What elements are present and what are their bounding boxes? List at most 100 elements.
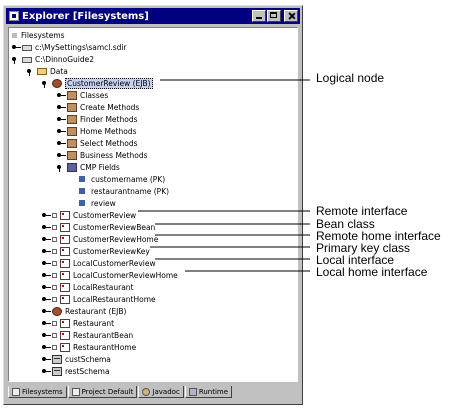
fields-folder-icon [67,162,77,172]
minimize-button[interactable] [252,10,266,22]
tree-node-localrestauranthome[interactable]: LocalRestaurantHome [42,293,156,305]
expand-toggle-icon[interactable] [42,284,51,291]
tree-node-restaurant[interactable]: Restaurant [42,317,114,329]
tree-node-label: Home Methods [80,126,137,136]
tree-node-mysettings[interactable]: c:\MySettings\samcl.sdir [12,41,127,53]
tree-node-restaurantbean[interactable]: RestaurantBean [42,329,133,341]
class-icon [60,330,70,340]
tree-node-restauranthome[interactable]: RestaurantHome [42,341,136,353]
title-bar[interactable]: Explorer [Filesystems] [6,8,300,24]
tree-node-dinnoguide[interactable]: C:\DinnoGuide2 [12,53,94,65]
methods-folder-icon [67,114,77,124]
expand-toggle-icon[interactable] [42,260,51,267]
class-icon [60,222,70,232]
tree-root[interactable]: Filesystems [12,29,65,41]
expand-toggle-icon[interactable] [42,272,51,279]
doc-icon [52,236,57,242]
tree-node-customerreviewbean[interactable]: CustomerReviewBean [42,221,155,233]
tree-node-customerreviewhome[interactable]: CustomerReviewHome [42,233,158,245]
expand-toggle-icon[interactable] [57,128,66,135]
tree-node-classes[interactable]: Classes [57,89,108,101]
tree-node-label: review [91,198,116,208]
tree-node-cmp-fields[interactable]: CMP Fields [57,161,120,173]
tree-node-restschema[interactable]: restSchema [42,365,110,377]
tree-node-restaurant-ejb[interactable]: Restaurant (EJB) [42,305,126,317]
expand-toggle-icon[interactable] [57,92,66,99]
field-icon [79,200,85,206]
tree-node-localcustomerreviewhome[interactable]: LocalCustomerReviewHome [42,269,178,281]
tree-node-localcustomerreview[interactable]: LocalCustomerReview [42,257,156,269]
expand-toggle-icon[interactable] [42,308,51,315]
tree-node-business-methods[interactable]: Business Methods [57,149,148,161]
expand-toggle-icon[interactable] [42,368,51,375]
tab-label: Runtime [198,387,229,396]
tree-node-field-review[interactable]: review [79,197,116,209]
tab-filesystems[interactable]: Filesystems [8,386,67,398]
expand-toggle-icon[interactable] [42,296,51,303]
tree-node-label: Classes [80,90,109,100]
tree-node-customerreviewkey[interactable]: CustomerReviewKey [42,245,150,257]
tree-node-data[interactable]: Data [27,65,68,77]
ejb-bean-icon [52,306,62,316]
expand-toggle-icon[interactable] [57,104,66,111]
tree-node-label: CustomerReviewKey [73,246,150,256]
close-button[interactable] [284,10,298,22]
tree-node-label: c:\MySettings\samcl.sdir [35,42,127,52]
class-icon [60,342,70,352]
class-icon [60,210,70,220]
tree-node-label: custSchema [65,354,111,364]
tree-node-localrestaurant[interactable]: LocalRestaurant [42,281,134,293]
expand-toggle-icon[interactable] [42,320,51,327]
expand-toggle-icon[interactable] [42,356,51,363]
tree-node-customerreview-ejb[interactable]: CustomerReview (EJB) [42,77,153,89]
tree-node-label: CustomerReviewBean [73,222,156,232]
tree-node-finder-methods[interactable]: Finder Methods [57,113,137,125]
doc-icon [52,272,57,278]
tree-node-create-methods[interactable]: Create Methods [57,101,139,113]
tree-node-label: C:\DinnoGuide2 [35,54,95,64]
collapse-toggle-icon[interactable] [42,80,51,88]
tree-node-home-methods[interactable]: Home Methods [57,125,137,137]
filesystems-icon [12,32,17,38]
expand-toggle-icon[interactable] [42,344,51,351]
tree-node-label: RestaurantBean [73,330,134,340]
expand-toggle-icon[interactable] [42,236,51,243]
tab-runtime[interactable]: Runtime [184,386,233,398]
expand-toggle-icon[interactable] [57,116,66,123]
class-icon [60,258,70,268]
drive-icon [22,45,32,51]
tab-project-default[interactable]: Project Default [67,386,138,398]
collapse-toggle-icon[interactable] [27,68,36,76]
tree-node-customerreview[interactable]: CustomerReview [42,209,136,221]
doc-icon [52,224,57,230]
tree-node-label: Select Methods [80,138,138,148]
filesystem-tree[interactable]: Filesystems c:\MySettings\samcl.sdir C:\… [8,27,298,382]
collapse-toggle-icon[interactable] [57,164,66,172]
drive-icon [22,57,32,63]
collapse-toggle-icon[interactable] [12,56,21,64]
explorer-app-icon [9,11,19,21]
methods-folder-icon [67,150,77,160]
expand-toggle-icon[interactable] [42,248,51,255]
tree-node-field-restaurantname[interactable]: restaurantname (PK) [79,185,169,197]
class-icon [60,282,70,292]
expand-toggle-icon[interactable] [42,212,51,219]
ejb-bean-icon [52,78,62,88]
tree-node-label: Restaurant (EJB) [65,306,127,316]
tree-node-select-methods[interactable]: Select Methods [57,137,138,149]
tree-node-custschema[interactable]: custSchema [42,353,111,365]
maximize-button[interactable] [267,10,281,22]
tree-node-field-customername[interactable]: customername (PK) [79,173,165,185]
expand-toggle-icon[interactable] [42,332,51,339]
doc-icon [52,320,57,326]
doc-icon [52,296,57,302]
expand-toggle-icon[interactable] [57,152,66,159]
tree-node-label: customername (PK) [91,174,166,184]
tab-javadoc[interactable]: Javadoc [138,386,184,398]
tree-node-label: Restaurant [73,318,115,328]
expand-toggle-icon[interactable] [12,44,21,51]
tree-node-label: CMP Fields [80,162,120,172]
tree-node-label: Data [50,66,68,76]
expand-toggle-icon[interactable] [42,224,51,231]
expand-toggle-icon[interactable] [57,140,66,147]
